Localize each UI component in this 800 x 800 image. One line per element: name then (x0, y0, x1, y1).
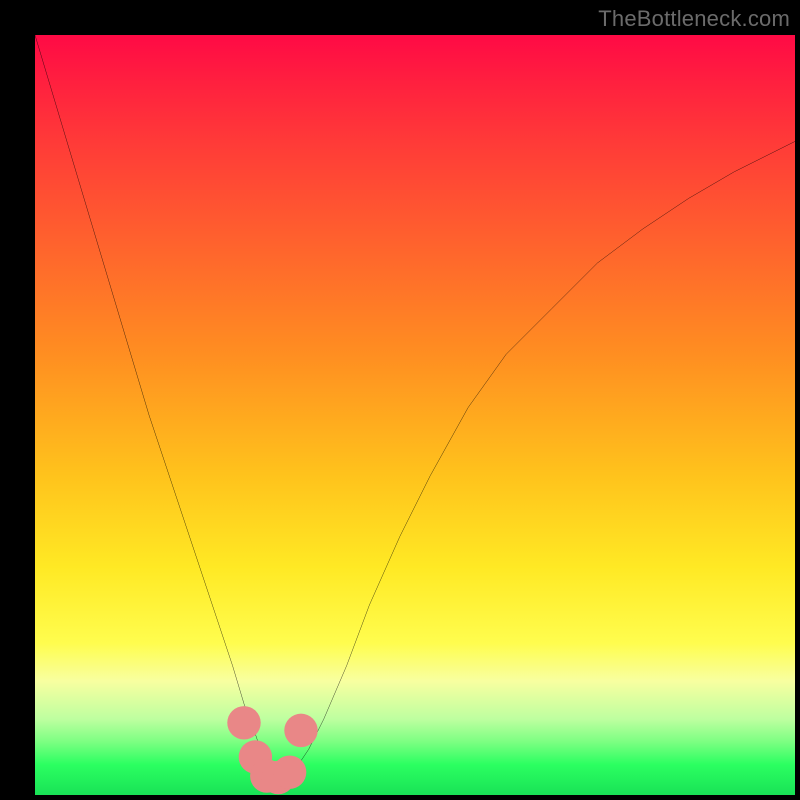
plot-area (35, 35, 795, 795)
attribution-text: TheBottleneck.com (598, 6, 790, 32)
chart-frame: TheBottleneck.com (0, 0, 800, 800)
marker-6 (284, 714, 317, 747)
marker-1 (227, 706, 260, 739)
marker-5 (273, 755, 306, 788)
curve-line (35, 35, 795, 779)
marker-group (227, 706, 317, 794)
chart-svg (35, 35, 795, 795)
